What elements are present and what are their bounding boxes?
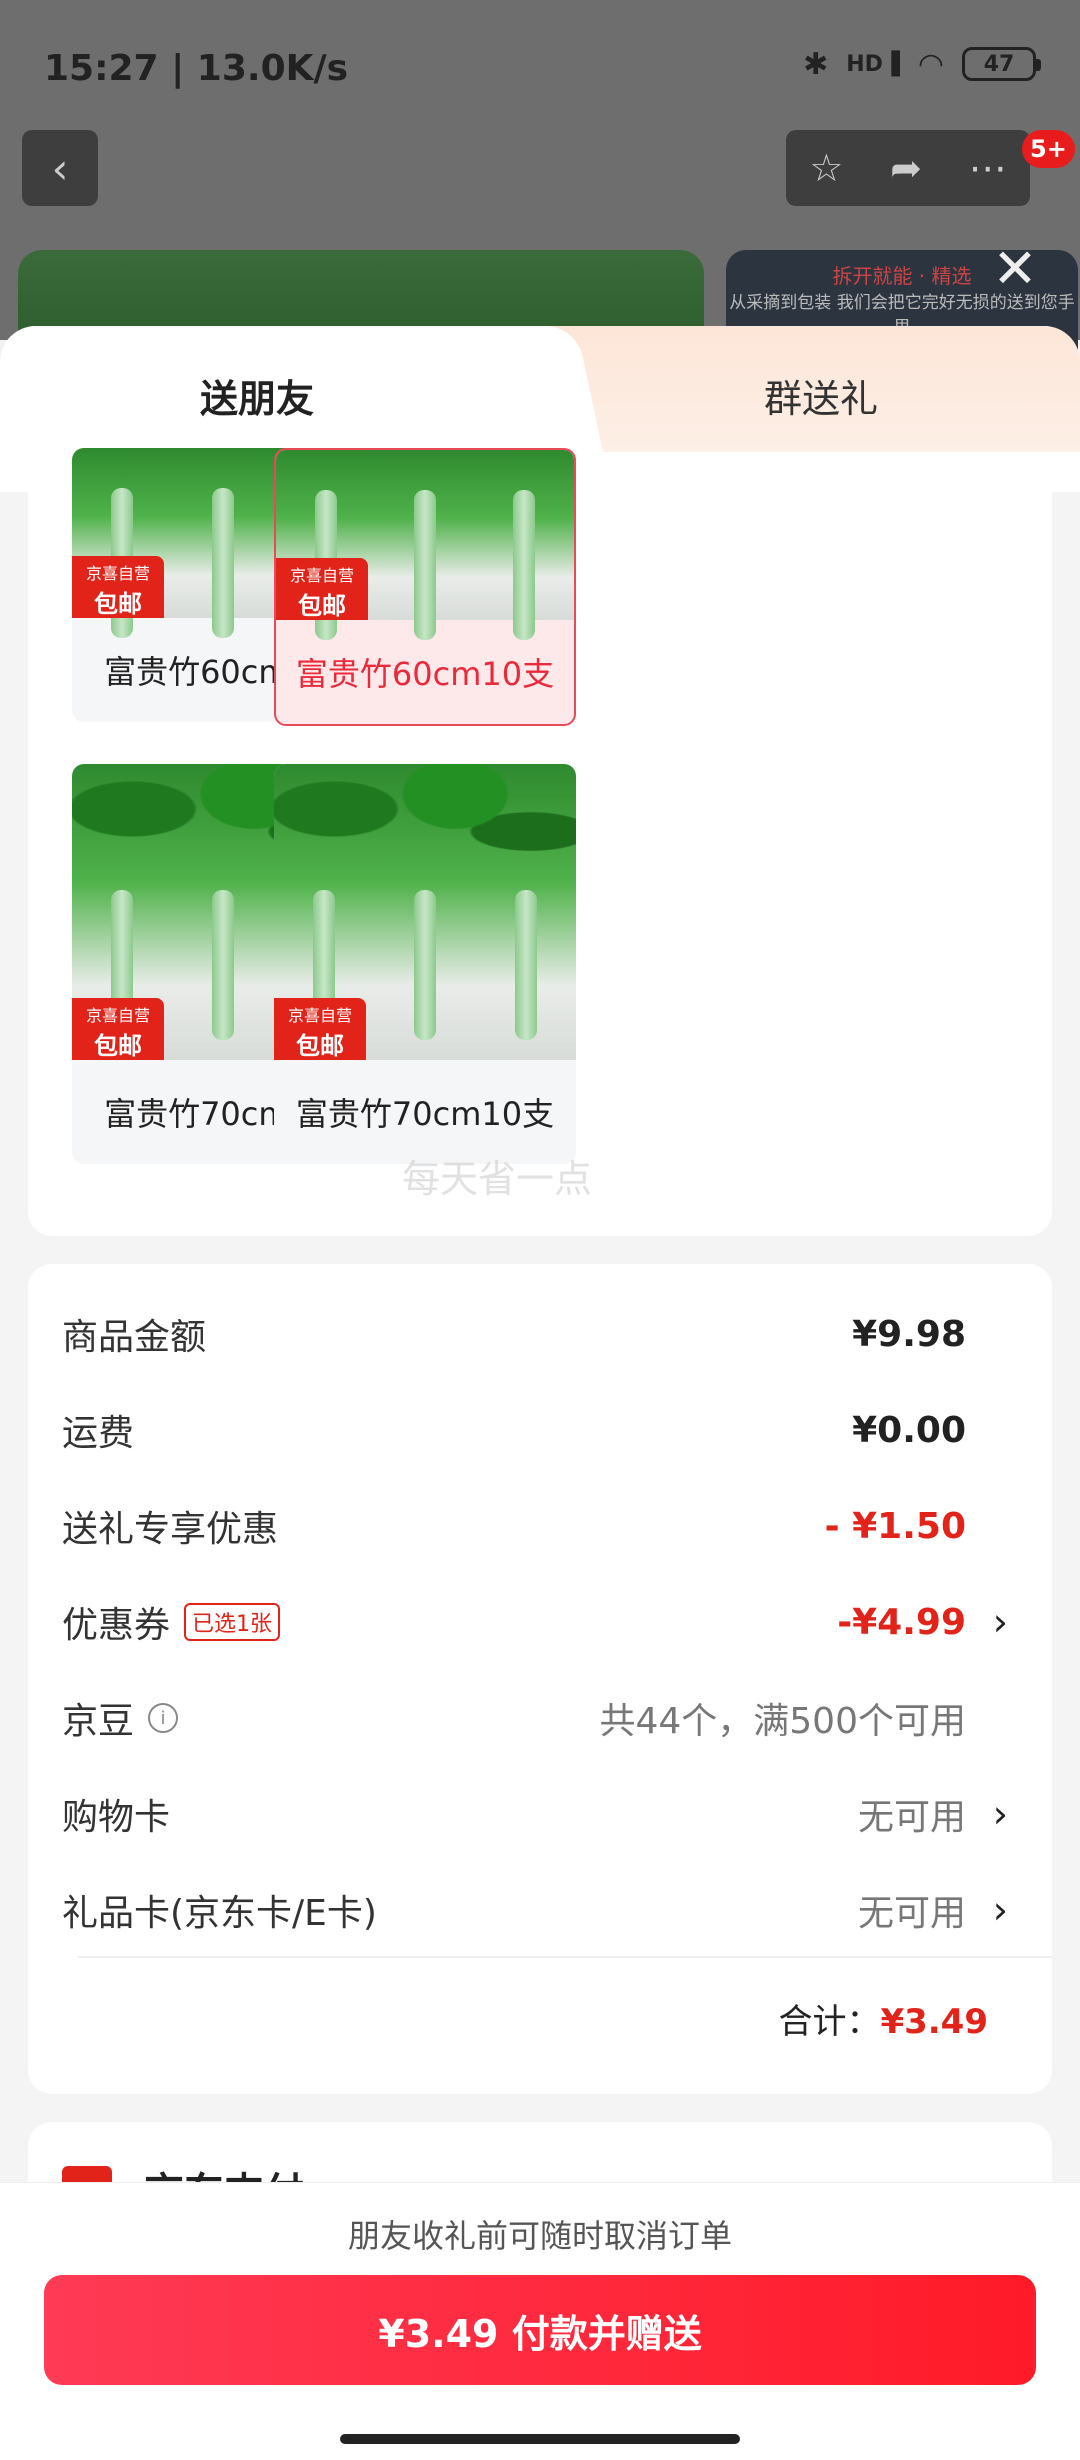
close-icon[interactable]: ✕ xyxy=(990,242,1040,296)
watermark: 每天省一点 xyxy=(402,1157,593,1201)
self-operated-tag: 京喜自营 包邮 xyxy=(274,998,366,1060)
shipping-row: 运费 ¥0.00 xyxy=(62,1409,966,1455)
coupon-row[interactable]: 优惠券 已选1张 -¥4.99 › xyxy=(62,1592,1022,1652)
battery-icon: 47 xyxy=(962,47,1041,81)
self-operated-tag: 京喜自营 包邮 xyxy=(72,556,164,618)
divider xyxy=(78,1956,1052,1958)
shopping-card-row[interactable]: 购物卡 无可用 › xyxy=(62,1784,1022,1844)
self-operated-tag: 京喜自营 包邮 xyxy=(72,998,164,1060)
variant-image: 京喜自营 包邮 xyxy=(274,764,576,1060)
goods-amount-row: 商品金额 ¥9.98 xyxy=(62,1313,966,1359)
wifi-icon: ◠ xyxy=(917,46,944,82)
shopping-card-value: 无可用 xyxy=(857,1797,966,1838)
variant-option-selected[interactable]: 京喜自营 包邮 富贵竹60cm10支 xyxy=(274,448,576,726)
bottom-action-bar: 朋友收礼前可随时取消订单 ¥3.49 付款并赠送 xyxy=(0,2182,1080,2460)
jingdou-row: 京豆 i 共44个，满500个可用 xyxy=(62,1688,1022,1748)
total-value: ¥3.49 xyxy=(880,2002,988,2042)
goods-amount-value: ¥9.98 xyxy=(852,1313,966,1355)
variant-image: 京喜自营 包邮 xyxy=(276,450,574,640)
status-icons: ✱ HD ▐ ◠ 47 xyxy=(803,44,1041,84)
share-icon[interactable]: ➦ xyxy=(890,146,922,190)
gift-discount-value: - ¥1.50 xyxy=(824,1505,966,1547)
self-operated-tag: 京喜自营 包邮 xyxy=(276,558,368,620)
cancel-note: 朋友收礼前可随时取消订单 xyxy=(347,2217,732,2255)
jingdou-value: 共44个，满500个可用 xyxy=(599,1701,966,1742)
variant-option[interactable]: 京喜自营 包邮 富贵竹70cm10支 xyxy=(274,764,576,1164)
chevron-right-icon: › xyxy=(992,1888,1008,1932)
chevron-left-icon: ‹ xyxy=(51,143,69,193)
gift-discount-row: 送礼专享优惠 - ¥1.50 xyxy=(62,1505,966,1551)
pay-and-gift-button[interactable]: ¥3.49 付款并赠送 xyxy=(44,2275,1036,2385)
status-time: 15:27 | 13.0K/s xyxy=(44,48,349,89)
info-icon[interactable]: i xyxy=(148,1703,179,1733)
nav-actions: ☆ ➦ ⋯ xyxy=(786,130,1030,206)
gift-card-value: 无可用 xyxy=(857,1893,966,1934)
more-icon[interactable]: ⋯ xyxy=(969,146,1007,190)
shipping-value: ¥0.00 xyxy=(852,1409,966,1451)
gift-card-row[interactable]: 礼品卡(京东卡/E卡) 无可用 › xyxy=(62,1880,1022,1940)
total-row: 合计：¥3.49 xyxy=(778,2002,988,2042)
home-indicator[interactable] xyxy=(340,2434,740,2444)
chevron-right-icon: › xyxy=(992,1792,1008,1836)
back-button[interactable]: ‹ xyxy=(22,130,98,206)
variant-selector: 京喜自营 包邮 富贵竹60cm5支 京喜自营 包邮 富贵竹60cm10支 京喜自营包… xyxy=(28,448,1052,1236)
coupon-value: -¥4.99 xyxy=(837,1601,966,1643)
chevron-right-icon: › xyxy=(992,1600,1008,1644)
price-breakdown-card: 商品金额 ¥9.98 运费 ¥0.00 送礼专享优惠 - ¥1.50 优惠券 已选… xyxy=(28,1264,1052,2094)
tab-send-friend[interactable]: 送朋友 xyxy=(200,368,314,423)
message-badge: 5+ xyxy=(1022,130,1075,168)
status-bar: 15:27 | 13.0K/s ✱ HD ▐ ◠ 47 xyxy=(0,0,1080,130)
favorite-star-icon[interactable]: ☆ xyxy=(809,146,843,190)
bluetooth-icon: ✱ xyxy=(803,46,829,82)
signal-icon: HD ▐ xyxy=(846,51,900,77)
coupon-selected-badge: 已选1张 xyxy=(184,1603,281,1641)
tab-group-gift[interactable]: 群送礼 xyxy=(764,368,878,423)
